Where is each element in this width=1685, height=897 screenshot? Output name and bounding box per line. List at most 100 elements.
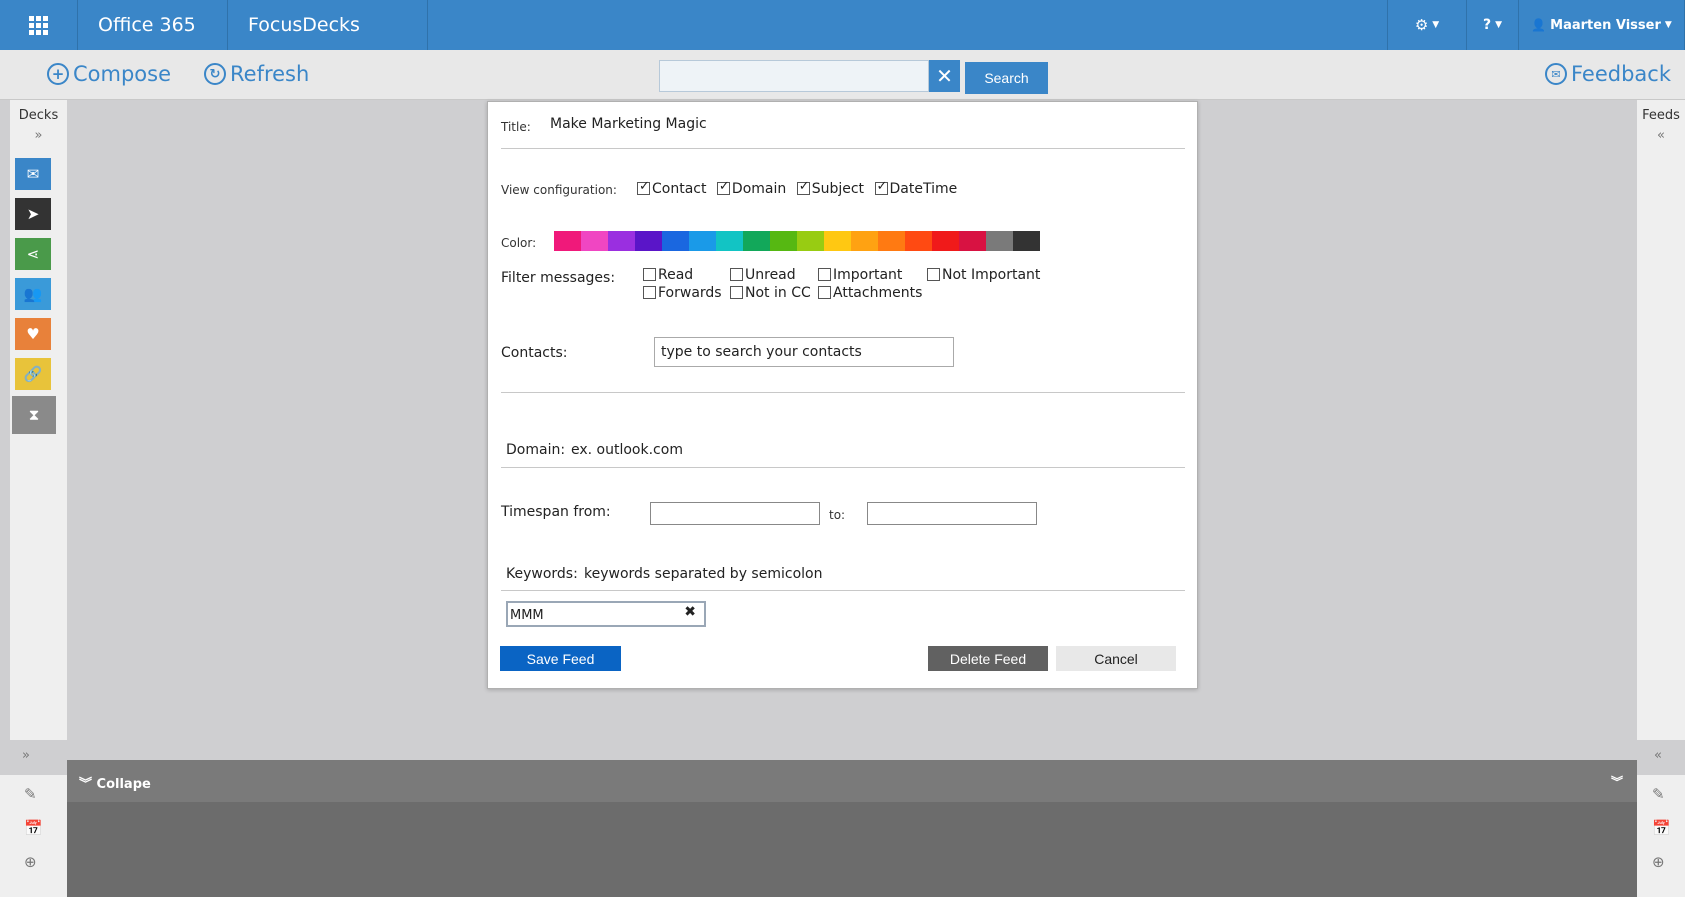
checkbox[interactable] — [874, 179, 888, 195]
gear-icon: ⚙ — [1414, 16, 1429, 34]
refresh-icon: ↻ — [204, 63, 226, 85]
filter-important[interactable]: Important — [818, 267, 902, 283]
chevron-double-down-icon[interactable]: ︾ — [1611, 773, 1623, 790]
chevron-double-down-icon: ︾ — [79, 777, 93, 792]
share-icon: ⋖ — [26, 245, 40, 263]
expand-decks-icon[interactable]: » — [10, 128, 67, 143]
color-swatch[interactable] — [905, 231, 932, 251]
domain-label: Domain: — [506, 442, 566, 458]
divider — [501, 148, 1185, 149]
checkbox[interactable] — [796, 179, 810, 195]
view-config-contact[interactable]: Contact — [637, 179, 706, 197]
color-swatch[interactable] — [554, 231, 581, 251]
filter-attachments[interactable]: Attachments — [818, 285, 922, 301]
color-swatch[interactable] — [581, 231, 608, 251]
settings-button[interactable]: ⚙ ▼ — [1387, 0, 1467, 50]
checkbox[interactable] — [818, 286, 831, 299]
cancel-button[interactable]: Cancel — [1056, 646, 1176, 671]
color-swatch[interactable] — [797, 231, 824, 251]
deck-people[interactable]: 👥 — [15, 278, 51, 310]
search-clear-button[interactable]: ✕ — [929, 60, 960, 92]
filter-read[interactable]: Read — [643, 267, 693, 283]
app-title[interactable]: FocusDecks — [228, 0, 428, 50]
color-swatch[interactable] — [689, 231, 716, 251]
heart-icon: ♥ — [26, 325, 40, 343]
pencil-icon[interactable]: ✎ — [24, 785, 37, 803]
color-swatch[interactable] — [635, 231, 662, 251]
view-config-datetime[interactable]: DateTime — [874, 179, 957, 197]
color-swatch[interactable] — [1013, 231, 1040, 251]
right-tools-panel: ✎ 📅 ⊕ — [1637, 775, 1685, 897]
collapse-feeds-icon[interactable]: « — [1637, 128, 1685, 143]
checkbox[interactable] — [730, 286, 743, 299]
chevron-down-icon: ▼ — [1432, 20, 1440, 30]
color-swatch[interactable] — [608, 231, 635, 251]
deck-waiting[interactable]: ⧗ — [12, 396, 56, 434]
color-swatch[interactable] — [851, 231, 878, 251]
calendar-icon[interactable]: 📅 — [1652, 819, 1671, 837]
feedback-button[interactable]: ✉ Feedback — [1545, 62, 1671, 86]
help-circle-icon[interactable]: ⊕ — [24, 853, 37, 871]
checkbox[interactable] — [637, 179, 650, 195]
search-input[interactable] — [659, 60, 929, 92]
help-circle-icon[interactable]: ⊕ — [1652, 853, 1665, 871]
timespan-to-label: to: — [829, 508, 846, 522]
deck-favorites[interactable]: ♥ — [15, 318, 51, 350]
deck-sent[interactable]: ➤ — [15, 198, 51, 230]
close-icon[interactable]: ✖ — [684, 604, 696, 620]
filter-forwards[interactable]: Forwards — [643, 285, 722, 301]
timespan-from-input[interactable] — [650, 502, 820, 525]
color-picker — [554, 231, 1040, 251]
color-swatch[interactable] — [878, 231, 905, 251]
checkbox[interactable] — [643, 268, 656, 281]
delete-feed-button[interactable]: Delete Feed — [928, 646, 1048, 671]
refresh-button[interactable]: ↻ Refresh — [204, 62, 309, 86]
color-swatch[interactable] — [824, 231, 851, 251]
search-button[interactable]: Search — [965, 62, 1048, 94]
user-menu-button[interactable]: 👤 Maarten Visser ▼ — [1519, 0, 1685, 50]
user-icon: 👤 — [1531, 18, 1547, 32]
feeds-sidebar: Feeds « — [1637, 100, 1685, 740]
compose-button[interactable]: + Compose — [47, 62, 171, 86]
filter-label: Filter messages: — [501, 270, 616, 286]
color-swatch[interactable] — [770, 231, 797, 251]
deck-mail[interactable]: ✉ — [15, 158, 51, 190]
checkbox[interactable] — [643, 286, 656, 299]
contacts-search-input[interactable] — [654, 337, 954, 367]
calendar-icon[interactable]: 📅 — [24, 819, 43, 837]
left-tools-panel: ✎ 📅 ⊕ — [0, 775, 67, 897]
checkbox[interactable] — [818, 268, 831, 281]
filter-unread[interactable]: Unread — [730, 267, 796, 283]
filter-not-important[interactable]: Not Important — [927, 267, 1040, 283]
title-value[interactable]: Make Marketing Magic — [550, 116, 707, 132]
timespan-to-input[interactable] — [867, 502, 1037, 525]
color-swatch[interactable] — [743, 231, 770, 251]
checkbox[interactable] — [927, 268, 940, 281]
save-feed-button[interactable]: Save Feed — [500, 646, 621, 671]
app-launcher-button[interactable] — [0, 0, 78, 50]
color-swatch[interactable] — [986, 231, 1013, 251]
checkbox[interactable] — [730, 268, 743, 281]
filter-not-in-cc[interactable]: Not in CC — [730, 285, 811, 301]
expand-bottom-left-icon[interactable]: » — [22, 748, 30, 763]
color-swatch[interactable] — [662, 231, 689, 251]
deck-shared[interactable]: ⋖ — [15, 238, 51, 270]
color-swatch[interactable] — [932, 231, 959, 251]
color-swatch[interactable] — [959, 231, 986, 251]
brand-title[interactable]: Office 365 — [78, 0, 228, 50]
collapse-bottom-right-icon[interactable]: « — [1654, 748, 1662, 763]
chevron-down-icon: ▼ — [1664, 20, 1672, 30]
view-config-subject[interactable]: Subject — [796, 179, 864, 197]
keyword-tag: MMM ✖ — [506, 601, 706, 627]
deck-links[interactable]: 🔗 — [15, 358, 51, 390]
view-config-domain[interactable]: Domain — [716, 179, 786, 197]
collapse-bar[interactable]: ︾ Collape ︾ — [67, 760, 1637, 802]
send-icon: ➤ — [26, 205, 40, 223]
keywords-input[interactable] — [584, 564, 1084, 584]
help-button[interactable]: ? ▼ — [1467, 0, 1519, 50]
domain-input[interactable] — [571, 440, 1071, 460]
color-swatch[interactable] — [716, 231, 743, 251]
pencil-icon[interactable]: ✎ — [1652, 785, 1665, 803]
checkbox[interactable] — [716, 179, 730, 195]
plus-circle-icon: + — [47, 63, 69, 85]
